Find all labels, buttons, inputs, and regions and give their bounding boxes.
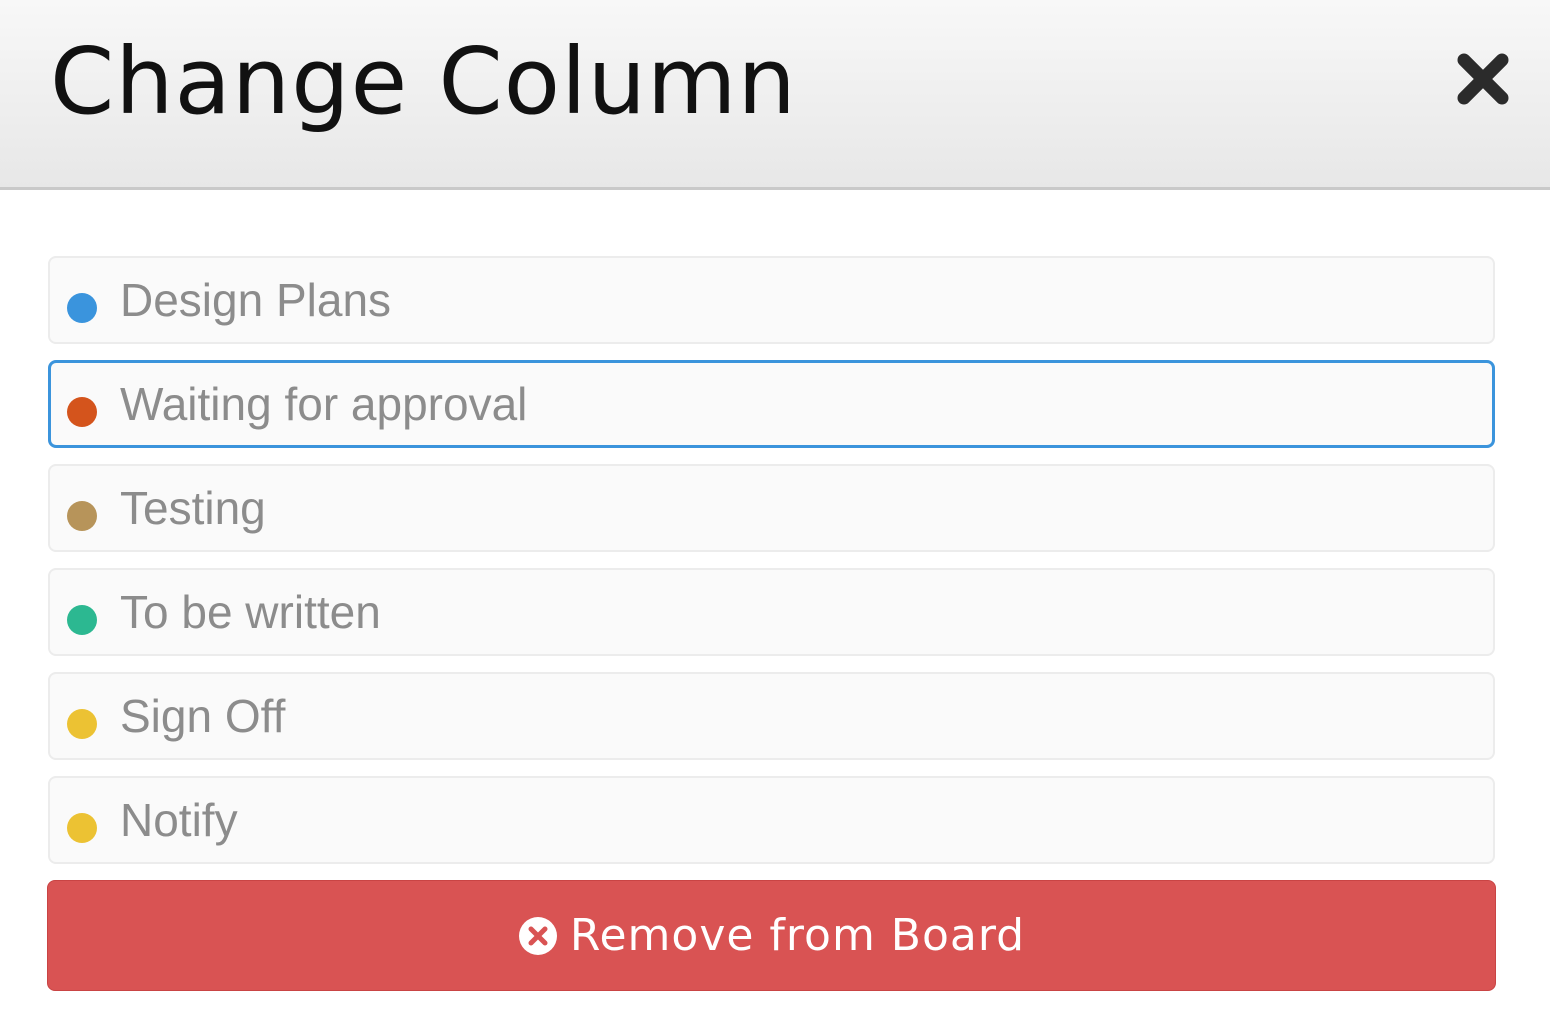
column-color-dot [67, 293, 97, 323]
circle-x-icon [518, 916, 557, 955]
column-color-dot [67, 813, 97, 843]
column-option-waiting-for-approval[interactable]: Waiting for approval [48, 360, 1495, 448]
dialog-title: Change Column [50, 28, 797, 135]
column-color-dot [67, 397, 97, 427]
column-color-dot [67, 709, 97, 739]
column-option-design-plans[interactable]: Design Plans [48, 256, 1495, 344]
column-color-dot [67, 605, 97, 635]
column-option-label: Notify [120, 794, 238, 846]
column-option-label: Waiting for approval [120, 378, 528, 430]
dialog-header: Change Column [0, 0, 1550, 190]
column-option-label: Testing [120, 482, 266, 534]
remove-from-board-label: Remove from Board [569, 910, 1026, 961]
column-option-label: Sign Off [120, 690, 286, 742]
column-color-dot [67, 501, 97, 531]
column-option-notify[interactable]: Notify [48, 776, 1495, 864]
column-option-sign-off[interactable]: Sign Off [48, 672, 1495, 760]
column-option-label: To be written [120, 586, 381, 638]
column-option-label: Design Plans [120, 274, 392, 326]
change-column-dialog: Change Column Design Plans Waiting for a… [0, 0, 1550, 1030]
close-icon [1457, 53, 1509, 105]
column-list: Design Plans Waiting for approval Testin… [48, 256, 1495, 880]
close-button[interactable] [1452, 48, 1514, 110]
column-option-testing[interactable]: Testing [48, 464, 1495, 552]
remove-from-board-button[interactable]: Remove from Board [47, 880, 1496, 991]
column-option-to-be-written[interactable]: To be written [48, 568, 1495, 656]
